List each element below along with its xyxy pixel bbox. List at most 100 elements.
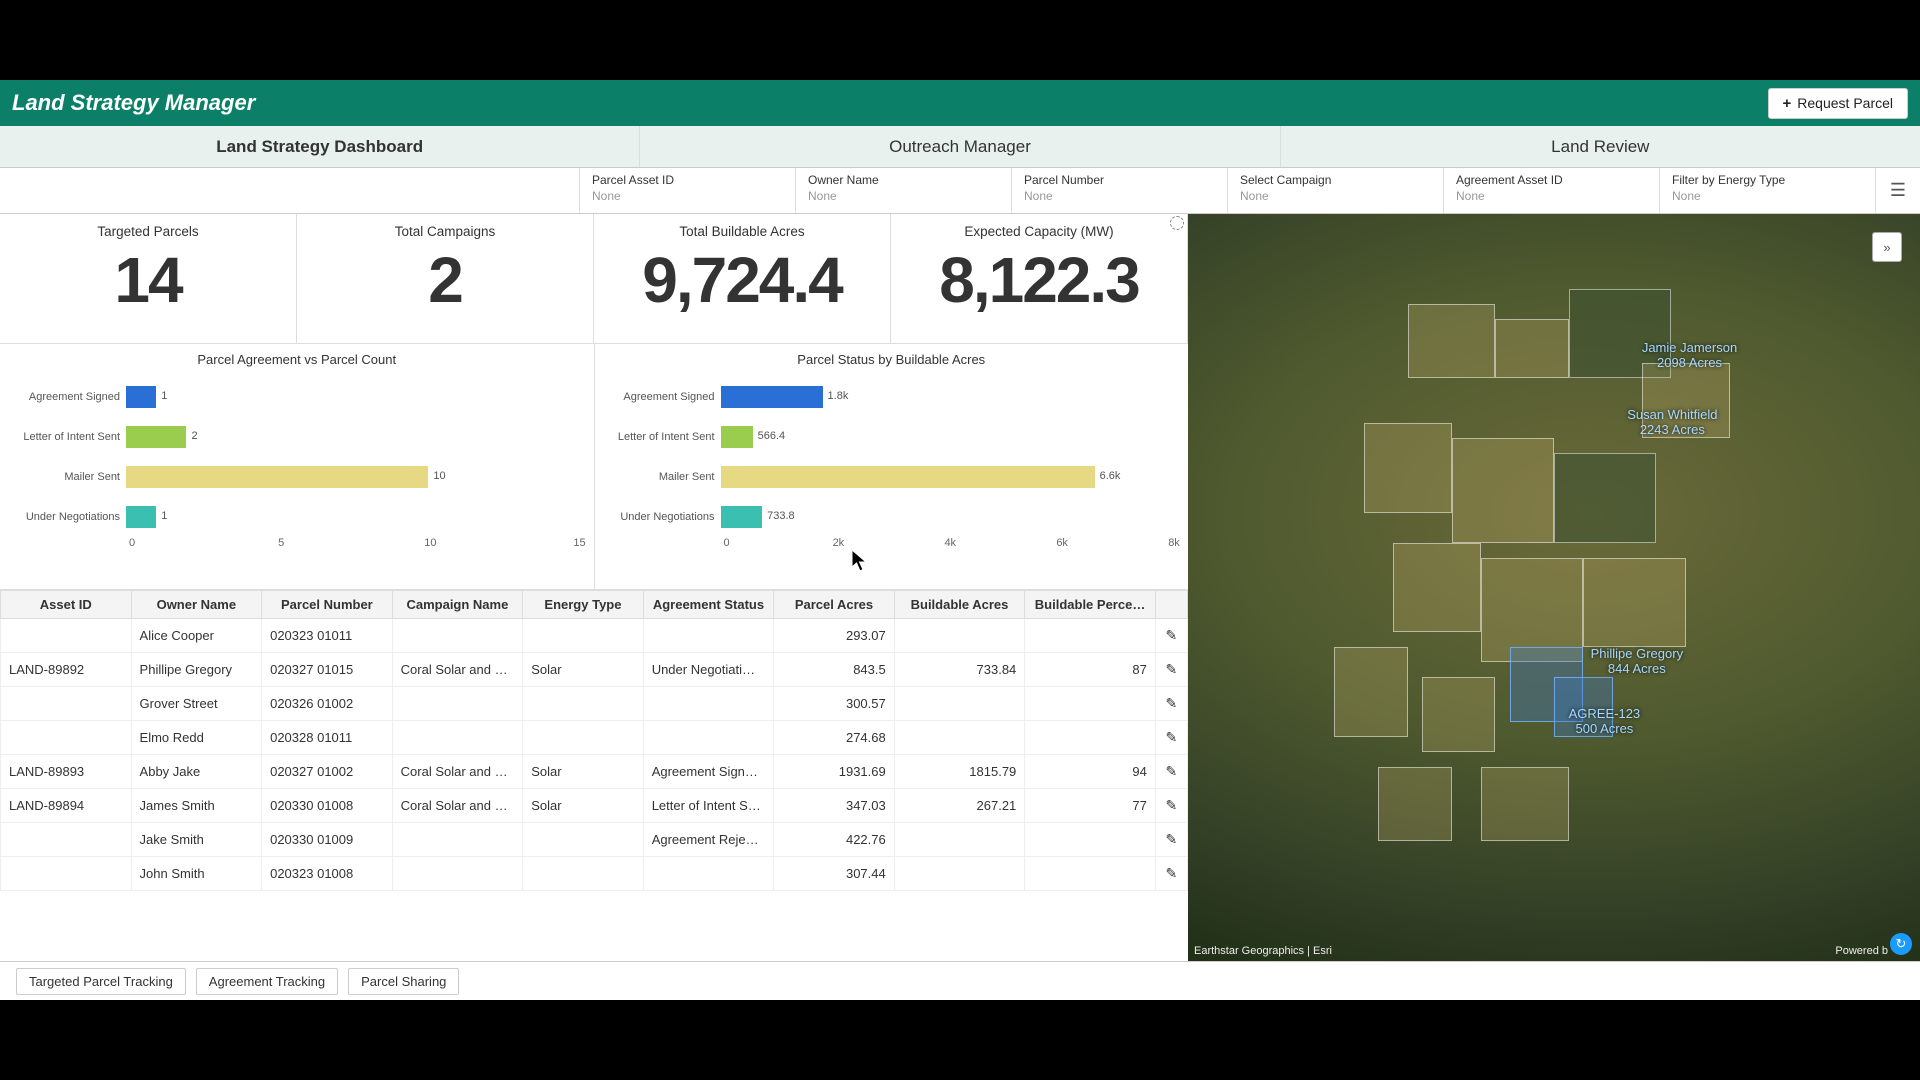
bottom-tab-sharing[interactable]: Parcel Sharing bbox=[348, 968, 459, 995]
table-cell bbox=[1025, 721, 1156, 755]
table-row[interactable]: Alice Cooper020323 01011293.07✎ bbox=[1, 619, 1188, 653]
map-credit: Earthstar Geographics | Esri bbox=[1194, 945, 1332, 957]
bar-fill[interactable] bbox=[721, 506, 763, 528]
filter-energy-type[interactable]: Filter by Energy Type None bbox=[1660, 168, 1876, 213]
bar-fill[interactable] bbox=[126, 506, 156, 528]
edit-row-button[interactable]: ✎ bbox=[1155, 619, 1187, 653]
chart-bars: Agreement Signed1.8kLetter of Intent Sen… bbox=[609, 377, 1175, 537]
map-parcel[interactable] bbox=[1378, 767, 1451, 842]
table-cell: 1815.79 bbox=[894, 755, 1025, 789]
request-parcel-button[interactable]: + Request Parcel bbox=[1768, 88, 1908, 119]
chart-parcel-status: Parcel Status by Buildable Acres Agreeme… bbox=[595, 344, 1189, 589]
table-row[interactable]: LAND-89894James Smith020330 01008Coral S… bbox=[1, 789, 1188, 823]
filter-label: Agreement Asset ID bbox=[1456, 173, 1647, 187]
bar-fill[interactable] bbox=[721, 386, 823, 408]
table-row[interactable]: Jake Smith020330 01009Agreement Reje…422… bbox=[1, 823, 1188, 857]
chart-title: Parcel Status by Buildable Acres bbox=[609, 352, 1175, 367]
bar-fill[interactable] bbox=[721, 426, 753, 448]
table-cell bbox=[392, 687, 523, 721]
table-cell: 422.76 bbox=[774, 823, 895, 857]
map-parcel[interactable] bbox=[1481, 767, 1569, 842]
table-col-header[interactable]: Buildable Perce… bbox=[1025, 591, 1156, 619]
pencil-icon: ✎ bbox=[1166, 797, 1178, 814]
table-col-header[interactable]: Energy Type bbox=[523, 591, 644, 619]
table-cell: 300.57 bbox=[774, 687, 895, 721]
filter-label: Filter by Energy Type bbox=[1672, 173, 1863, 187]
table-cell: Solar bbox=[523, 789, 644, 823]
table-cell bbox=[1, 721, 132, 755]
map-label[interactable]: AGREE-123500 Acres bbox=[1569, 707, 1641, 737]
bottom-tab-agreement[interactable]: Agreement Tracking bbox=[196, 968, 338, 995]
table-row[interactable]: Elmo Redd020328 01011274.68✎ bbox=[1, 721, 1188, 755]
map-parcel[interactable] bbox=[1583, 558, 1685, 648]
table-col-header[interactable]: Campaign Name bbox=[392, 591, 523, 619]
filter-label: Parcel Number bbox=[1024, 173, 1215, 187]
bar-track: 733.8 bbox=[721, 506, 1175, 528]
edit-row-button[interactable]: ✎ bbox=[1155, 755, 1187, 789]
bottom-tab-tracking[interactable]: Targeted Parcel Tracking bbox=[16, 968, 186, 995]
filter-bar: Parcel Asset ID None Owner Name None Par… bbox=[0, 168, 1920, 214]
filter-options-menu-icon[interactable]: ☰ bbox=[1876, 168, 1920, 213]
tab-outreach[interactable]: Outreach Manager bbox=[640, 126, 1280, 167]
map-parcel[interactable] bbox=[1364, 423, 1452, 513]
filter-value: None bbox=[592, 189, 783, 203]
table-col-edit bbox=[1155, 591, 1187, 619]
edit-row-button[interactable]: ✎ bbox=[1155, 823, 1187, 857]
table-cell: 94 bbox=[1025, 755, 1156, 789]
filter-campaign[interactable]: Select Campaign None bbox=[1228, 168, 1444, 213]
filter-agreement-asset-id[interactable]: Agreement Asset ID None bbox=[1444, 168, 1660, 213]
edit-row-button[interactable]: ✎ bbox=[1155, 789, 1187, 823]
x-tick: 15 bbox=[573, 537, 585, 549]
map-parcel[interactable] bbox=[1408, 304, 1496, 379]
edit-row-button[interactable]: ✎ bbox=[1155, 721, 1187, 755]
table-row[interactable]: LAND-89893Abby Jake020327 01002Coral Sol… bbox=[1, 755, 1188, 789]
map-label[interactable]: Susan Whitfield2243 Acres bbox=[1627, 408, 1717, 438]
table-col-header[interactable]: Buildable Acres bbox=[894, 591, 1025, 619]
bar-fill[interactable] bbox=[721, 466, 1095, 488]
bar-value-label: 2 bbox=[191, 430, 197, 442]
map-parcel[interactable] bbox=[1393, 543, 1481, 633]
map-parcel[interactable] bbox=[1452, 438, 1554, 543]
table-row[interactable]: John Smith020323 01008307.44✎ bbox=[1, 857, 1188, 891]
table-col-header[interactable]: Agreement Status bbox=[643, 591, 774, 619]
table-col-header[interactable]: Owner Name bbox=[131, 591, 262, 619]
bar-fill[interactable] bbox=[126, 426, 186, 448]
bar-fill[interactable] bbox=[126, 466, 428, 488]
table-cell bbox=[1, 687, 132, 721]
table-cell: 020323 01011 bbox=[262, 619, 393, 653]
table-cell: 843.5 bbox=[774, 653, 895, 687]
table-col-header[interactable]: Parcel Acres bbox=[774, 591, 895, 619]
map-parcel[interactable] bbox=[1334, 647, 1407, 737]
map-parcel[interactable] bbox=[1495, 319, 1568, 379]
table-row[interactable]: LAND-89892Phillipe Gregory020327 01015Co… bbox=[1, 653, 1188, 687]
map-parcel[interactable] bbox=[1422, 677, 1495, 752]
table-col-header[interactable]: Asset ID bbox=[1, 591, 132, 619]
filter-spacer bbox=[0, 168, 580, 213]
table-cell bbox=[894, 687, 1025, 721]
bar-fill[interactable] bbox=[126, 386, 156, 408]
table-cell bbox=[643, 687, 774, 721]
x-axis: 051015 bbox=[132, 537, 580, 555]
maximize-icon[interactable] bbox=[1170, 216, 1184, 230]
map-label[interactable]: Jamie Jamerson2098 Acres bbox=[1642, 341, 1737, 371]
table-cell: Alice Cooper bbox=[131, 619, 262, 653]
tab-dashboard[interactable]: Land Strategy Dashboard bbox=[0, 126, 640, 167]
filter-parcel-asset-id[interactable]: Parcel Asset ID None bbox=[580, 168, 796, 213]
edit-row-button[interactable]: ✎ bbox=[1155, 653, 1187, 687]
tab-land-review[interactable]: Land Review bbox=[1281, 126, 1920, 167]
filter-owner-name[interactable]: Owner Name None bbox=[796, 168, 1012, 213]
map-expand-button[interactable]: » bbox=[1872, 232, 1902, 262]
table-row[interactable]: Grover Street020326 01002300.57✎ bbox=[1, 687, 1188, 721]
edit-row-button[interactable]: ✎ bbox=[1155, 857, 1187, 891]
x-tick: 8k bbox=[1168, 537, 1180, 549]
edit-row-button[interactable]: ✎ bbox=[1155, 687, 1187, 721]
table-cell bbox=[1025, 619, 1156, 653]
table-cell: 267.21 bbox=[894, 789, 1025, 823]
table-cell bbox=[894, 619, 1025, 653]
map-label[interactable]: Phillipe Gregory844 Acres bbox=[1591, 647, 1684, 677]
map-panel[interactable]: Jamie Jamerson2098 Acres Susan Whitfield2… bbox=[1188, 214, 1920, 961]
map-refresh-button[interactable]: ↻ bbox=[1890, 933, 1912, 955]
map-parcel[interactable] bbox=[1554, 453, 1656, 543]
table-col-header[interactable]: Parcel Number bbox=[262, 591, 393, 619]
filter-parcel-number[interactable]: Parcel Number None bbox=[1012, 168, 1228, 213]
